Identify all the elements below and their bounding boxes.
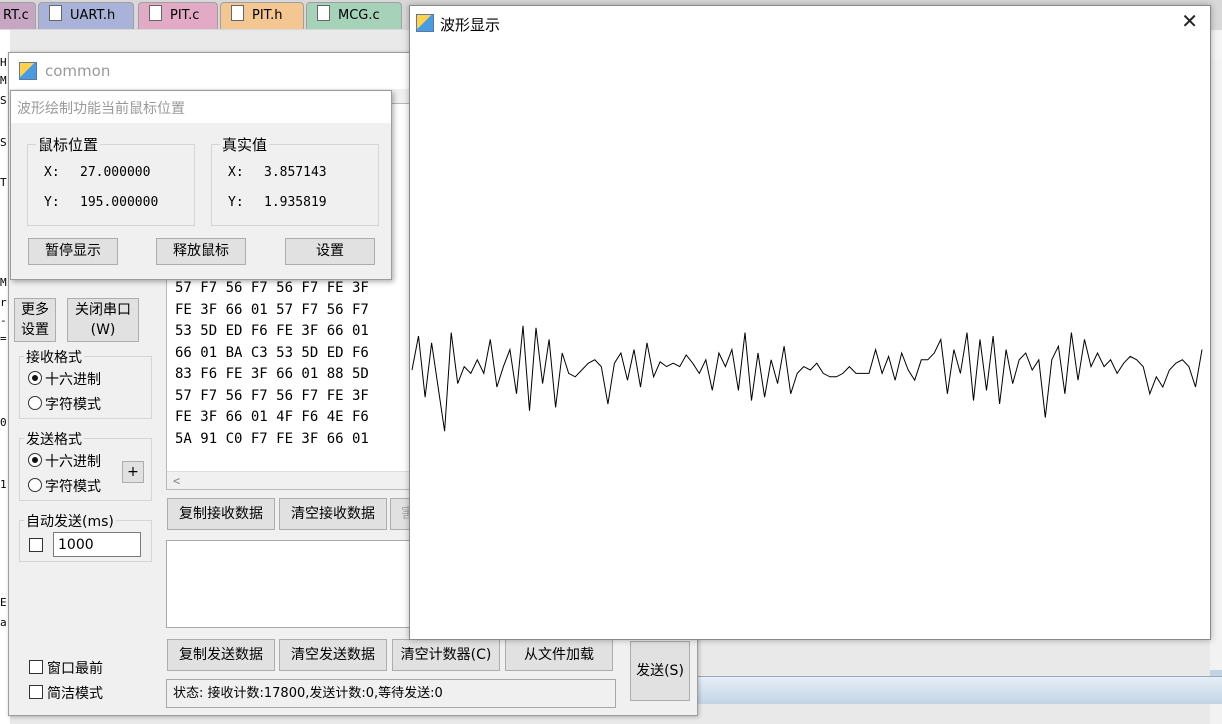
status-bar: 状态: 接收计数:17800,发送计数:0,等待发送:0	[166, 679, 616, 708]
app-icon	[416, 14, 434, 32]
receive-format-group: 接收格式 十六进制 字符模式	[19, 347, 152, 419]
editor-tab[interactable]: RT.c	[0, 2, 36, 29]
common-title: common	[45, 62, 111, 80]
mouse-position-dialog: 波形绘制功能当前鼠标位置 鼠标位置 X: 27.000000 Y: 195.00…	[10, 90, 392, 280]
hex-line: FE 3F 66 01 57 F7 56 F7	[175, 301, 369, 318]
waveform-window: 波形显示 ✕	[409, 5, 1211, 640]
editor-tab-label: PIT.h	[252, 8, 283, 23]
file-icon	[317, 5, 330, 21]
mouse-x-label: X:	[44, 165, 60, 180]
settings-button[interactable]: 设置	[285, 238, 375, 265]
gutter-char: 0	[0, 416, 7, 429]
file-icon	[49, 5, 62, 21]
real-value-label: 真实值	[220, 134, 270, 155]
editor-tab[interactable]: UART.h	[38, 2, 134, 29]
hex-line: FE 3F 66 01 4F F6 4E F6	[175, 409, 369, 425]
mouse-position-group: 鼠标位置 X: 27.000000 Y: 195.000000	[27, 134, 195, 226]
hex-line: 66 01 BA C3 53 5D ED F6	[175, 344, 369, 361]
gutter-char: M	[0, 74, 7, 87]
window-top-checkbox[interactable]	[29, 660, 43, 674]
radio-selected-icon	[28, 371, 42, 385]
auto-send-interval-input[interactable]	[53, 532, 141, 557]
mouse-y-label: Y:	[44, 195, 60, 210]
gutter-char: S	[0, 94, 7, 107]
simple-mode-checkbox[interactable]	[29, 685, 43, 699]
editor-tab-label: RT.c	[3, 8, 29, 23]
copy-send-button[interactable]: 复制发送数据	[167, 639, 275, 671]
gutter-char: T	[0, 176, 7, 189]
recv-hex-radio[interactable]: 十六进制	[28, 369, 101, 389]
recv-char-radio[interactable]: 字符模式	[28, 394, 101, 414]
real-x-value: 3.857143	[264, 165, 327, 180]
file-icon	[149, 5, 162, 21]
editor-tab[interactable]: PIT.c	[138, 2, 218, 29]
ide-status-bar	[696, 676, 1222, 704]
real-y-label: Y:	[228, 195, 244, 210]
send-hex-radio[interactable]: 十六进制	[28, 451, 101, 471]
hex-line: 83 F6 FE 3F 66 01 88 5D	[175, 366, 369, 382]
add-button[interactable]: +	[122, 461, 144, 483]
mouse-dialog-title: 波形绘制功能当前鼠标位置	[17, 101, 185, 117]
radio-icon	[28, 396, 42, 410]
real-y-value: 1.935819	[264, 195, 327, 210]
hex-line: 53 5D ED F6 FE 3F 66 01	[175, 323, 369, 339]
scroll-left-icon[interactable]: <	[173, 474, 180, 488]
editor-tab-label: UART.h	[70, 8, 116, 23]
release-mouse-button[interactable]: 释放鼠标	[156, 238, 246, 265]
editor-tab[interactable]: PIT.h	[220, 2, 304, 29]
file-icon	[231, 5, 244, 21]
send-button[interactable]: 发送(S)	[630, 641, 690, 701]
app-icon	[19, 62, 37, 80]
editor-tab[interactable]: MCG.c	[306, 2, 402, 29]
auto-send-label: 自动发送(ms)	[24, 511, 116, 531]
editor-tab-label: MCG.c	[338, 8, 380, 23]
send-format-group: 发送格式 十六进制 字符模式 +	[19, 429, 152, 501]
load-file-button[interactable]: 从文件加载	[505, 639, 613, 671]
close-port-button[interactable]: 关闭串口 (W)	[67, 298, 139, 342]
auto-send-group: 自动发送(ms)	[19, 511, 152, 562]
pause-display-button[interactable]: 暂停显示	[28, 238, 118, 265]
clear-receive-button[interactable]: 清空接收数据	[279, 498, 387, 530]
auto-send-checkbox[interactable]	[29, 538, 43, 552]
gutter-char: E	[0, 596, 7, 609]
radio-icon	[28, 478, 42, 492]
copy-receive-button[interactable]: 复制接收数据	[167, 498, 275, 530]
waveform-plot[interactable]	[410, 42, 1210, 638]
send-char-radio[interactable]: 字符模式	[28, 476, 101, 496]
real-x-label: X:	[228, 165, 244, 180]
real-value-group: 真实值 X: 3.857143 Y: 1.935819	[211, 134, 379, 226]
gutter-char: =	[0, 332, 7, 345]
gutter-char: 1	[0, 478, 7, 491]
clear-send-button[interactable]: 清空发送数据	[279, 639, 387, 671]
gutter-char: a	[0, 616, 7, 629]
mouse-x-value: 27.000000	[80, 165, 151, 180]
gutter-char: H	[0, 56, 7, 69]
clear-counter-button[interactable]: 清空计数器(C)	[392, 639, 500, 671]
right-scroll-strip	[1210, 30, 1222, 724]
simple-mode-label: 简洁模式	[47, 686, 103, 702]
hex-line: 5A 91 C0 F7 FE 3F 66 01	[175, 430, 369, 447]
gutter-char: M	[0, 276, 7, 289]
radio-selected-icon	[28, 453, 42, 467]
horizontal-scrollbar[interactable]: <	[167, 471, 427, 489]
window-top-label: 窗口最前	[47, 661, 103, 677]
hex-line: 57 F7 56 F7 56 F7 FE 3F	[175, 280, 369, 296]
hex-line: 57 F7 56 F7 56 F7 FE 3F	[175, 387, 369, 404]
more-settings-button[interactable]: 更多 设置	[14, 298, 56, 342]
gutter-char: r	[0, 296, 7, 309]
editor-tab-label: PIT.c	[170, 8, 200, 23]
waveform-title: 波形显示	[440, 16, 501, 34]
mouse-dialog-title-bar[interactable]: 波形绘制功能当前鼠标位置	[11, 91, 391, 123]
receive-format-label: 接收格式	[24, 347, 84, 367]
mouse-position-label: 鼠标位置	[36, 134, 101, 155]
waveform-line	[411, 325, 1203, 432]
send-format-label: 发送格式	[24, 429, 84, 449]
mouse-y-value: 195.000000	[80, 195, 159, 210]
gutter-char: S	[0, 136, 7, 149]
send-data-area[interactable]	[166, 540, 428, 628]
gutter-char: -	[0, 314, 7, 327]
close-icon[interactable]: ✕	[1181, 10, 1198, 32]
